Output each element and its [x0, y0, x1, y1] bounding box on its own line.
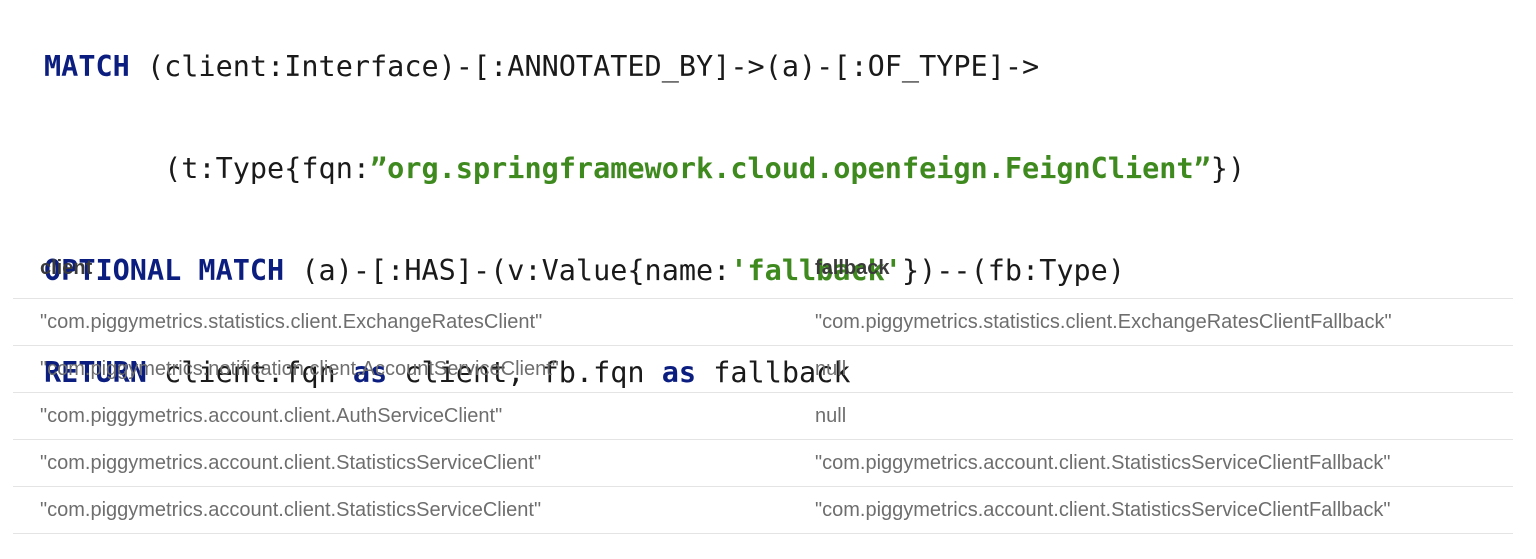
table-row[interactable]: "com.piggymetrics.statistics.client.Exch…: [13, 299, 1513, 346]
query-line: (t:Type{fqn:”org.springframework.cloud.o…: [44, 152, 1245, 186]
query-token: }): [1210, 152, 1246, 185]
query-token: (client:Interface)-[:ANNOTATED_BY]->(a)-…: [129, 50, 1040, 83]
table-row[interactable]: "com.piggymetrics.account.client.AuthSer…: [13, 393, 1513, 440]
table-row[interactable]: "com.piggymetrics.account.client.Statist…: [13, 440, 1513, 487]
table-row[interactable]: "com.piggymetrics.account.client.Statist…: [13, 487, 1513, 534]
column-header-fallback[interactable]: fallback: [787, 257, 1513, 280]
fallback-cell: "com.piggymetrics.account.client.Statist…: [815, 451, 1391, 474]
fallback-cell: "com.piggymetrics.account.client.Statist…: [815, 498, 1391, 521]
query-token: MATCH: [44, 50, 130, 83]
client-cell: "com.piggymetrics.account.client.AuthSer…: [40, 404, 503, 427]
results-table: client fallback "com.piggymetrics.statis…: [13, 238, 1513, 534]
table-row[interactable]: "com.piggymetrics.notification.client.Ac…: [13, 346, 1513, 393]
query-token: ”org.springframework.cloud.openfeign.Fei…: [370, 152, 1211, 185]
fallback-cell: "com.piggymetrics.statistics.client.Exch…: [815, 310, 1392, 333]
query-line: MATCH (client:Interface)-[:ANNOTATED_BY]…: [44, 50, 1245, 84]
client-cell: "com.piggymetrics.account.client.Statist…: [40, 498, 542, 521]
column-header-client[interactable]: client: [13, 257, 787, 280]
table-header: client fallback: [13, 238, 1513, 299]
fallback-cell: null: [815, 404, 847, 427]
query-token: (t:Type{fqn:: [44, 152, 371, 185]
client-cell: "com.piggymetrics.statistics.client.Exch…: [40, 310, 543, 333]
client-cell: "com.piggymetrics.notification.client.Ac…: [40, 357, 559, 380]
fallback-cell: null: [815, 357, 847, 380]
client-cell: "com.piggymetrics.account.client.Statist…: [40, 451, 542, 474]
